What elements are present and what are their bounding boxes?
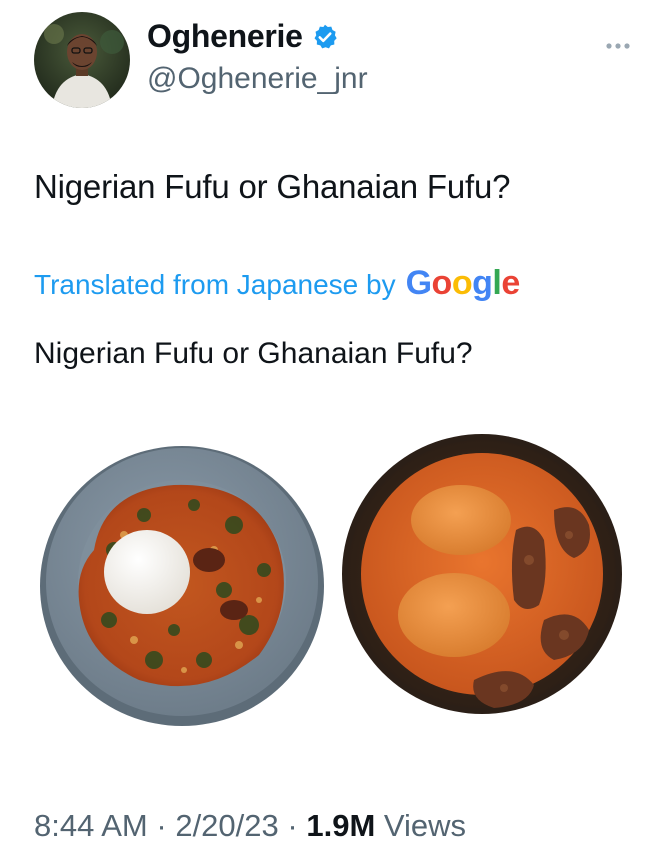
tweet-meta: 8:44 AM · 2/20/23 · 1.9M Views — [34, 808, 466, 844]
meta-separator: · — [156, 808, 167, 843]
translation-label[interactable]: Translated from Japanese by — [34, 269, 396, 301]
views-label: Views — [383, 808, 467, 843]
media-image — [40, 434, 622, 726]
avatar[interactable] — [34, 12, 130, 108]
meta-separator: · — [287, 808, 298, 843]
translation-link[interactable]: Translated from Japanese by Google — [34, 264, 520, 303]
tweet-media[interactable] — [34, 430, 634, 730]
avatar-image — [34, 12, 130, 108]
tweet-date[interactable]: 2/20/23 — [175, 808, 278, 843]
views-count[interactable]: 1.9M — [306, 808, 375, 843]
author-handle[interactable]: @Oghenerie_jnr — [147, 62, 368, 96]
tweet-text: Nigerian Fufu or Ghanaian Fufu? — [34, 168, 511, 205]
verified-badge-icon — [311, 23, 339, 51]
tweet-time[interactable]: 8:44 AM — [34, 808, 148, 843]
author-display-name[interactable]: Oghenerie — [147, 18, 303, 55]
author-name-row[interactable]: Oghenerie — [147, 18, 339, 55]
more-icon[interactable] — [605, 30, 631, 56]
google-logo: Google — [405, 264, 521, 302]
translated-text: Nigerian Fufu or Ghanaian Fufu? — [34, 337, 473, 370]
